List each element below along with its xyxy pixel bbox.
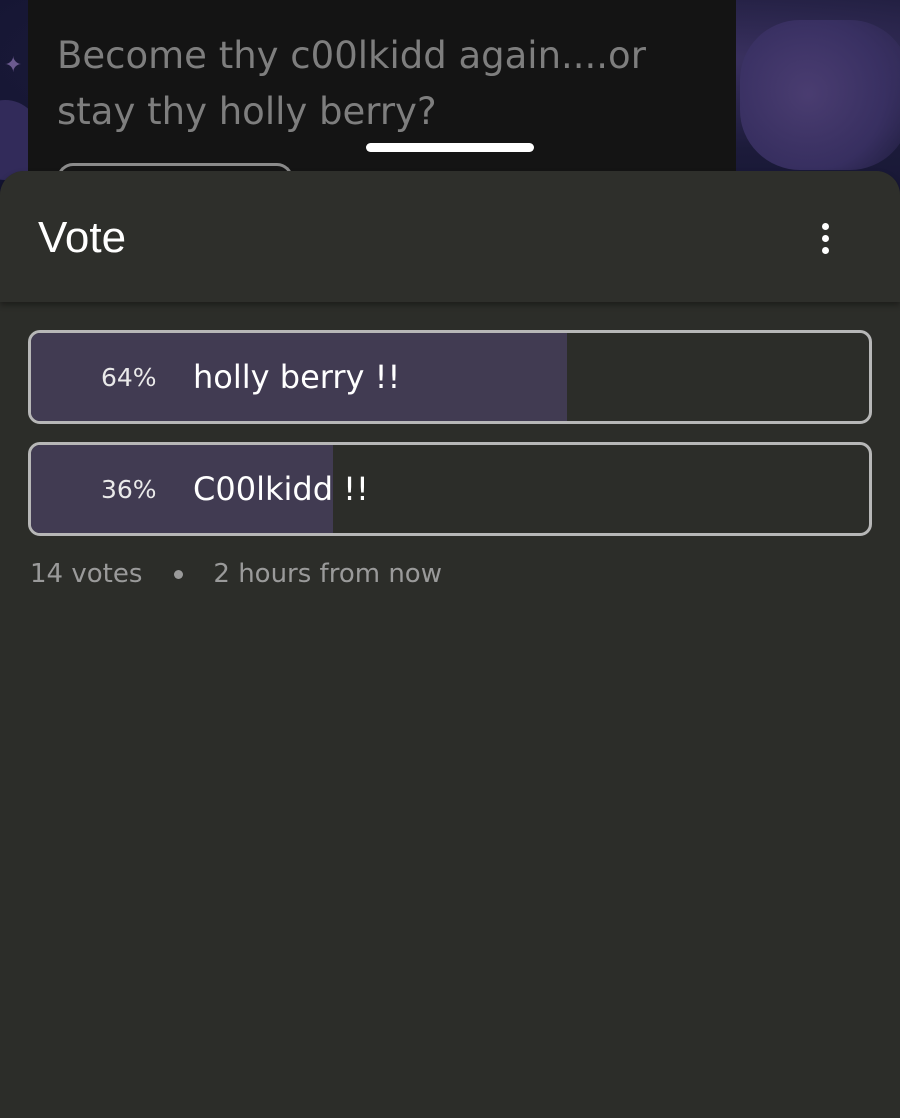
poll-meta: 14 votes 2 hours from now: [30, 555, 442, 593]
time-remaining: 2 hours from now: [213, 559, 442, 589]
background-cloud: [740, 20, 900, 170]
sheet-title: Vote: [38, 213, 127, 262]
screen: ✦ Become thy c00lkidd again....or stay t…: [0, 0, 900, 1118]
poll-option-label: C00lkidd !!: [193, 470, 369, 508]
post-question: Become thy c00lkidd again....or stay thy…: [57, 34, 646, 133]
poll-option[interactable]: 36% C00lkidd !!: [28, 442, 872, 536]
poll-option[interactable]: 64% holly berry !!: [28, 330, 872, 424]
poll-option-percent: 64%: [101, 362, 157, 392]
sheet-header: Vote: [0, 171, 900, 302]
separator-dot: [174, 569, 184, 579]
vote-sheet: Vote 64% holly berry !! 36% C00lkidd !! …: [0, 171, 900, 1118]
vote-count: 14 votes: [30, 559, 143, 589]
sparkle-icon: ✦: [4, 53, 23, 78]
more-vert-icon[interactable]: [804, 215, 846, 261]
poll-option-label: holly berry !!: [193, 358, 401, 396]
poll-option-percent: 36%: [101, 474, 157, 504]
sheet-drag-handle[interactable]: [366, 143, 534, 152]
